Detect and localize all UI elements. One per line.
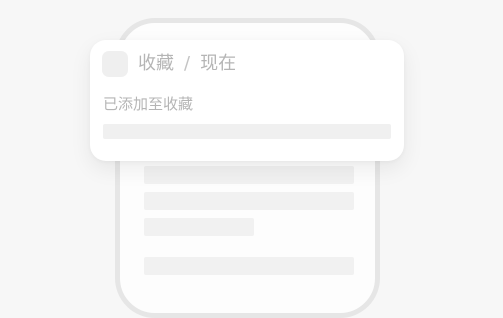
notification-message: 已添加至收藏 bbox=[103, 95, 194, 113]
notification-banner[interactable]: 收藏 / 现在 已添加至收藏 bbox=[90, 40, 404, 161]
app-icon bbox=[102, 51, 128, 77]
notification-header: 收藏 / 现在 bbox=[138, 52, 236, 76]
content-placeholder-bar bbox=[144, 192, 354, 210]
notification-time: 现在 bbox=[200, 53, 237, 74]
message-placeholder-line bbox=[103, 124, 391, 139]
app-name: 收藏 bbox=[138, 53, 174, 74]
header-separator: / bbox=[184, 53, 191, 74]
content-placeholder-bar bbox=[144, 166, 354, 184]
content-placeholder-bar bbox=[144, 257, 354, 275]
content-placeholder-bar bbox=[144, 218, 254, 236]
